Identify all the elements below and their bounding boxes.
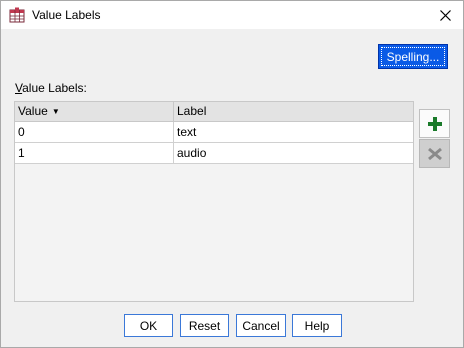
value-labels-caption: Value Labels:	[15, 81, 87, 95]
title-bar: Value Labels	[1, 1, 463, 29]
value-labels-grid[interactable]: Value ▼ Label 0 text 1 audio	[14, 101, 414, 302]
cell-label[interactable]: text	[174, 122, 413, 142]
close-button[interactable]	[427, 1, 463, 29]
value-labels-dialog: Value Labels Spelling... Value Labels: V…	[0, 0, 464, 348]
caption-rest: alue Labels:	[22, 81, 87, 95]
cell-value[interactable]: 0	[15, 122, 174, 142]
dialog-title: Value Labels	[32, 8, 101, 22]
grid-header: Value ▼ Label	[15, 102, 413, 122]
spss-app-icon	[9, 7, 25, 23]
help-button-label: Help	[304, 318, 330, 333]
ok-button-label: OK	[139, 318, 158, 333]
x-icon	[427, 147, 442, 160]
reset-button-label: Reset	[188, 318, 221, 333]
cell-value[interactable]: 1	[15, 143, 174, 163]
cell-label[interactable]: audio	[174, 143, 413, 163]
plus-icon	[427, 116, 442, 131]
column-header-label-text: Label	[177, 104, 207, 118]
spelling-button-label: Spelling...	[386, 49, 440, 64]
column-header-label[interactable]: Label	[174, 102, 413, 121]
reset-button[interactable]: Reset	[180, 314, 229, 337]
column-header-value-label: Value	[18, 104, 48, 118]
table-row[interactable]: 0 text	[15, 122, 413, 143]
cancel-button-label: Cancel	[242, 318, 280, 333]
cancel-button[interactable]: Cancel	[236, 314, 286, 337]
sort-desc-icon: ▼	[51, 107, 60, 117]
table-row[interactable]: 1 audio	[15, 143, 413, 164]
delete-label-button[interactable]	[419, 139, 450, 168]
close-icon	[439, 9, 451, 21]
ok-button[interactable]: OK	[124, 314, 173, 337]
add-label-button[interactable]	[419, 109, 450, 138]
column-header-value[interactable]: Value ▼	[15, 102, 174, 121]
spelling-button[interactable]: Spelling...	[378, 44, 448, 69]
help-button[interactable]: Help	[292, 314, 342, 337]
